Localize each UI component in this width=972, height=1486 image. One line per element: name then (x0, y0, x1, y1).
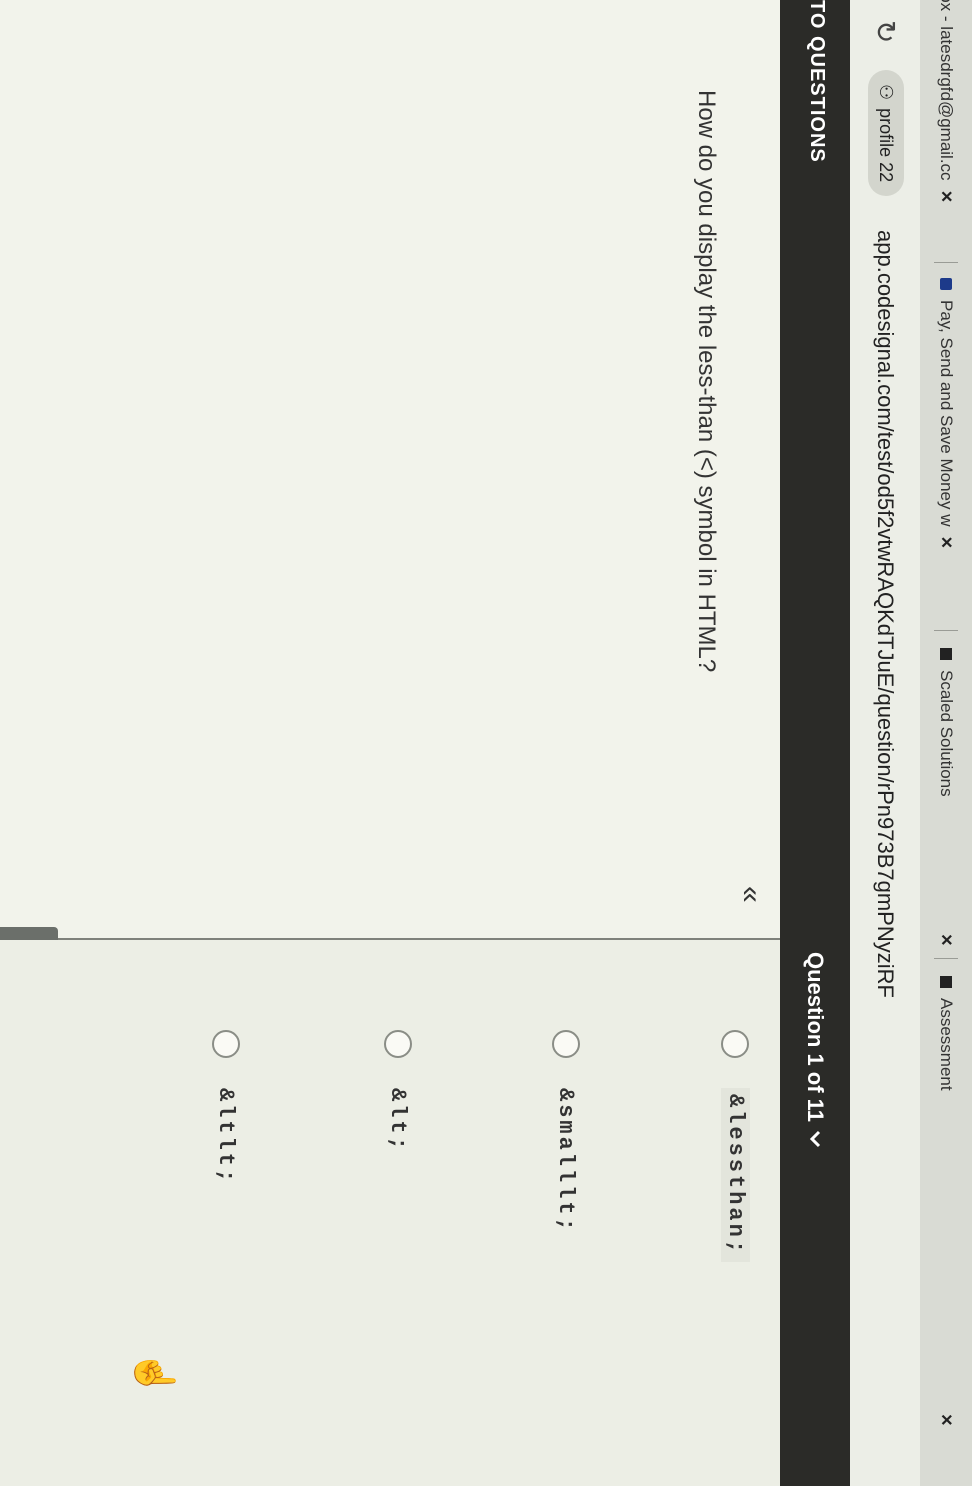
tab-inbox[interactable]: lbox - latesdrgfd@gmail.cc × (928, 0, 964, 202)
tab-assessment-title: Assessment (937, 998, 956, 1091)
question-pane: How do you display the less-than (<) sym… (0, 0, 780, 940)
url-field[interactable]: app.codesignal.com/test/od5f2vtwRAQKdTJu… (872, 230, 898, 998)
tab-inbox-title: lbox - latesdrgfd@gmail.cc (937, 0, 956, 181)
answer-option[interactable]: &ltlt; (212, 1030, 240, 1185)
radio-button[interactable] (212, 1030, 240, 1058)
answer-label: &lessthan; (721, 1088, 750, 1263)
question-counter: Question 1 of 11 (803, 952, 828, 1122)
tab-separator (934, 262, 958, 263)
radio-button[interactable] (552, 1030, 580, 1058)
content-area: How do you display the less-than (<) sym… (0, 0, 780, 1486)
tab-separator (934, 958, 958, 959)
tab-separator (934, 630, 958, 631)
tab-inbox-close-icon[interactable]: × (935, 191, 958, 203)
profile-chip[interactable]: ⚇ profile 22 (868, 70, 904, 197)
tab-scaled-solutions-close-icon[interactable]: × (935, 934, 958, 946)
back-to-questions-link[interactable]: TO QUESTIONS (805, 0, 828, 163)
radio-button[interactable] (721, 1030, 750, 1058)
answer-option[interactable]: &smalllt; (552, 1030, 580, 1234)
tab-assessment-close-icon[interactable]: × (935, 1414, 958, 1426)
collapse-pane-icon[interactable]: « (734, 886, 768, 903)
tab-paypal[interactable]: Pay, Send and Save Money w × (928, 278, 964, 548)
question-text: How do you display the less-than (<) sym… (693, 90, 720, 673)
tab-scaled-solutions[interactable]: Scaled Solutions (928, 648, 964, 797)
assessment-icon (940, 976, 952, 988)
profile-icon: ⚇ (876, 84, 897, 101)
answer-option[interactable]: &lessthan; (721, 1030, 750, 1263)
reload-icon[interactable]: ↻ (869, 20, 902, 43)
tab-paypal-close-icon[interactable]: × (935, 537, 958, 549)
answer-option[interactable]: &lt; (384, 1030, 412, 1153)
tab-assessment-close[interactable]: × (928, 1414, 964, 1426)
answer-label: &ltlt; (213, 1088, 239, 1186)
tab-scaled-close[interactable]: × (928, 934, 964, 946)
answer-label: &smalllt; (553, 1088, 579, 1234)
answer-label: &lt; (385, 1088, 411, 1153)
tab-assessment[interactable]: Assessment (928, 976, 964, 1091)
question-selector[interactable]: Question 1 of 11 (802, 952, 828, 1148)
address-bar: ↻ ⚇ profile 22 app.codesignal.com/test/o… (850, 0, 920, 1486)
app-header: TO QUESTIONS Question 1 of 11 (780, 0, 850, 1486)
paypal-icon (940, 278, 952, 290)
screen: lbox - latesdrgfd@gmail.cc × Pay, Send a… (0, 0, 972, 1486)
answers-pane: &lessthan; &smalllt; &lt; &ltlt; ☝ (0, 940, 780, 1486)
hand-pointer-icon: ☝ (133, 1350, 175, 1398)
scaled-solutions-icon (940, 648, 952, 660)
profile-label: profile 22 (876, 108, 897, 183)
browser-tab-bar: lbox - latesdrgfd@gmail.cc × Pay, Send a… (920, 0, 972, 1486)
tab-scaled-solutions-title: Scaled Solutions (937, 670, 956, 797)
radio-button[interactable] (384, 1030, 412, 1058)
chevron-down-icon (809, 1130, 821, 1147)
tab-paypal-title: Pay, Send and Save Money w (937, 300, 956, 527)
